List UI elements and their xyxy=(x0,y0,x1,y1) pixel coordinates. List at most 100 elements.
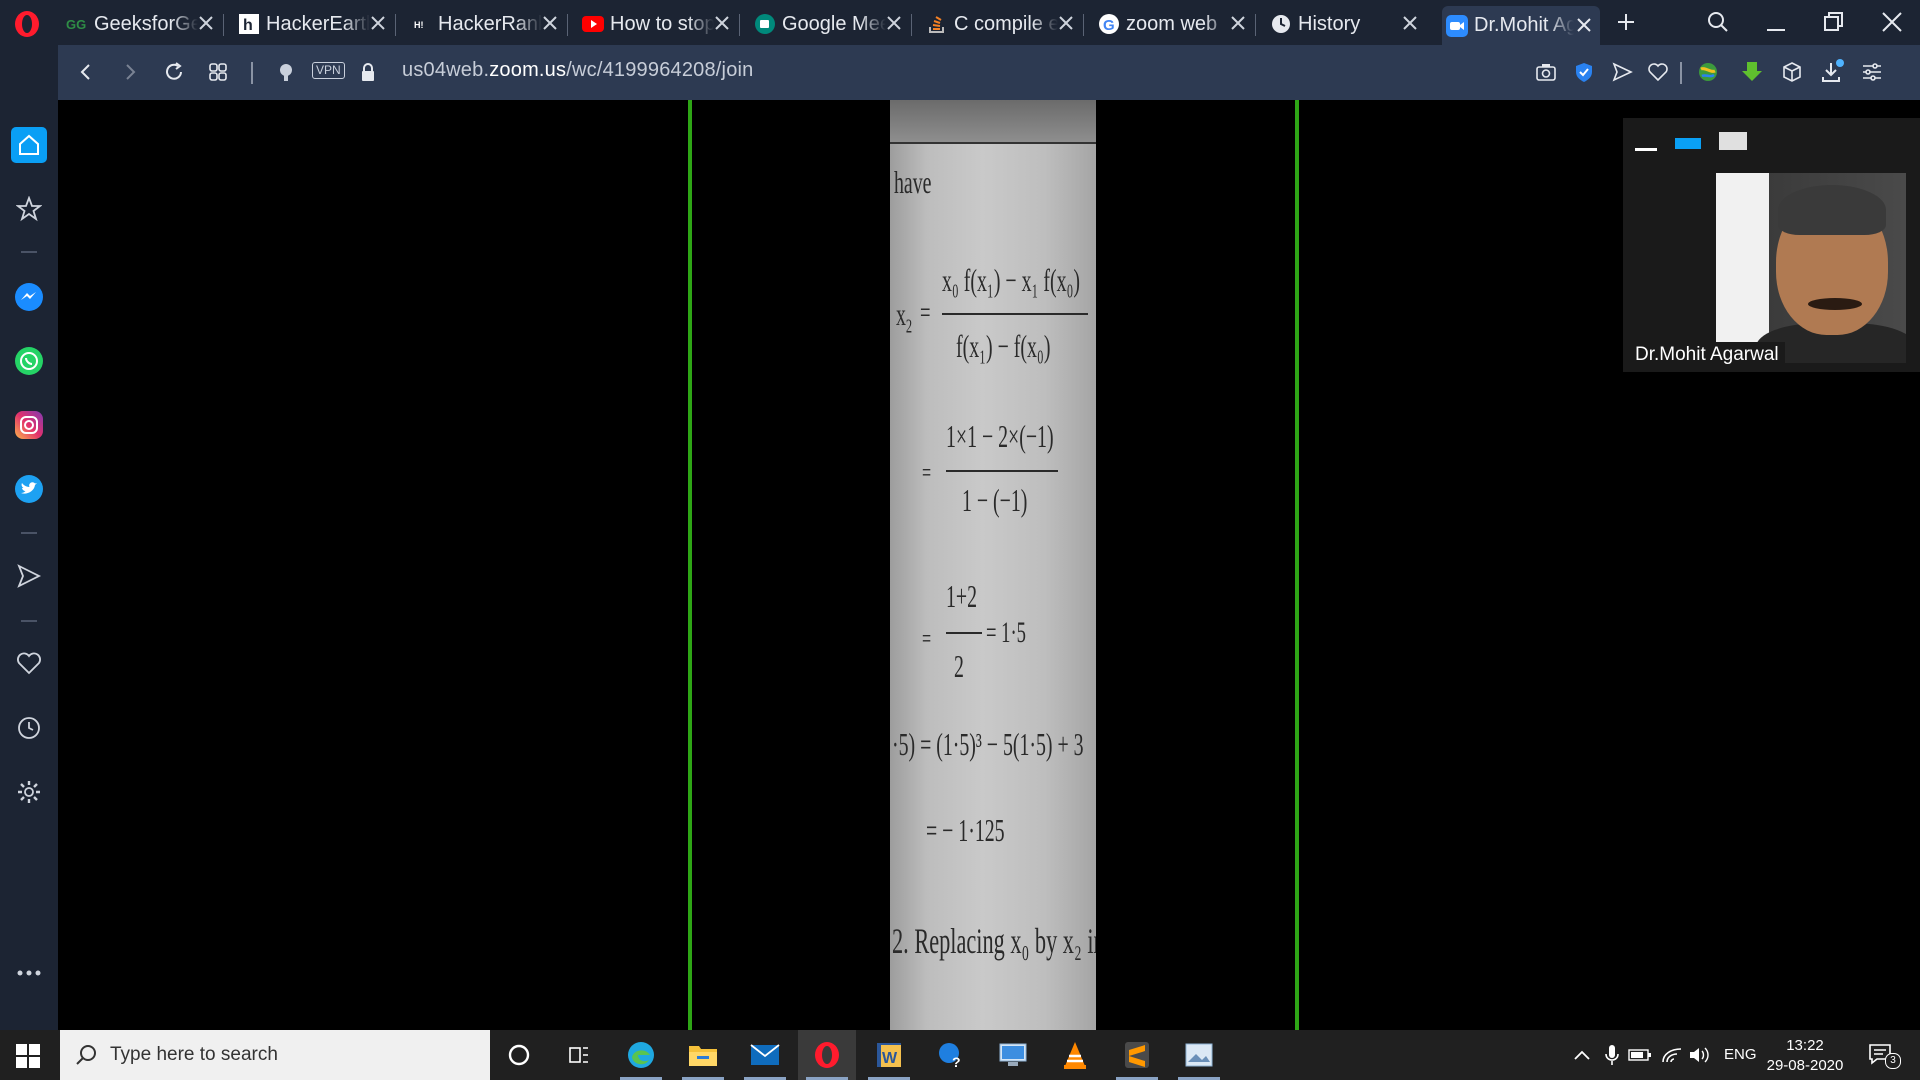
new-tab-button[interactable] xyxy=(1612,8,1640,36)
close-tab-icon[interactable] xyxy=(1228,13,1248,33)
tab-zoom-web[interactable]: G zoom web xyxy=(1098,4,1256,44)
notification-count-badge: 3 xyxy=(1885,1053,1901,1069)
taskbar-search-box[interactable]: Type here to search xyxy=(60,1030,490,1080)
zoom-icon xyxy=(1446,14,1468,37)
restore-window-button[interactable] xyxy=(1820,8,1848,36)
tab-title: HackerEarth xyxy=(266,12,370,35)
battery-icon[interactable] xyxy=(1628,1043,1652,1067)
taskbar-app-opera[interactable] xyxy=(798,1030,856,1080)
sidebar-item-home[interactable] xyxy=(11,127,47,163)
extension-download-icon[interactable] xyxy=(1738,58,1766,86)
tab-c-compile[interactable]: C compile error xyxy=(926,4,1084,44)
sidebar-item-flow[interactable] xyxy=(11,558,47,594)
sidebar-item-bookmarks[interactable] xyxy=(11,191,47,227)
tracker-blocker-button[interactable] xyxy=(272,58,300,86)
close-tab-icon[interactable] xyxy=(712,13,732,33)
forward-button[interactable] xyxy=(116,58,144,86)
participant-name: Dr.Mohit Agarwal xyxy=(1629,342,1785,368)
cube-icon[interactable] xyxy=(1778,58,1806,86)
vpn-badge[interactable]: VPN xyxy=(312,62,345,79)
tab-hackerearth[interactable]: h HackerEarth xyxy=(238,4,396,44)
whatsapp-icon xyxy=(15,347,43,375)
taskbar-app-remote-desktop[interactable] xyxy=(984,1030,1042,1080)
heart-icon[interactable] xyxy=(1644,58,1672,86)
participant-video-panel[interactable]: Dr.Mohit Agarwal xyxy=(1623,118,1920,372)
close-tab-icon[interactable] xyxy=(884,13,904,33)
system-clock[interactable]: 13:22 29-08-2020 xyxy=(1760,1036,1850,1076)
sidebar-item-whatsapp[interactable] xyxy=(11,343,47,379)
reload-icon xyxy=(166,62,182,80)
clock-icon xyxy=(18,717,40,739)
sidebar-item-messenger[interactable] xyxy=(11,279,47,315)
taskbar-app-word[interactable]: W xyxy=(860,1030,918,1080)
windows-taskbar: Type here to search W ? ENG 13:22 29-08-… xyxy=(0,1030,1920,1080)
fraction-bar-1 xyxy=(942,313,1088,315)
microphone-tray-icon[interactable] xyxy=(1600,1043,1624,1067)
taskbar-app-get-help[interactable]: ? xyxy=(922,1030,980,1080)
downloads-icon[interactable] xyxy=(1818,58,1846,86)
lock-icon[interactable] xyxy=(354,58,382,86)
reload-button[interactable] xyxy=(160,58,188,86)
close-window-button[interactable] xyxy=(1878,8,1906,36)
tab-separator xyxy=(1083,14,1084,36)
sidebar-more-button[interactable] xyxy=(11,955,47,991)
ad-blocker-icon xyxy=(280,64,292,81)
action-center-button[interactable]: 3 xyxy=(1868,1043,1901,1069)
clock-time: 13:22 xyxy=(1786,1037,1824,1054)
taskbar-app-mail[interactable] xyxy=(736,1030,794,1080)
stackoverflow-icon xyxy=(926,13,948,35)
sidebar-item-instagram[interactable] xyxy=(11,407,47,443)
tab-history[interactable]: History xyxy=(1270,4,1426,44)
taskbar-app-edge[interactable] xyxy=(612,1030,670,1080)
close-tab-icon[interactable] xyxy=(196,13,216,33)
sidebar-item-personal-news[interactable] xyxy=(11,646,47,682)
speed-dial-button[interactable] xyxy=(204,58,232,86)
task-view-button[interactable] xyxy=(550,1030,608,1080)
taskbar-app-sublime-text[interactable] xyxy=(1108,1030,1166,1080)
volume-icon[interactable] xyxy=(1688,1043,1712,1067)
x2-subscript: 2 xyxy=(905,315,913,338)
fx-result: = − 1·125 xyxy=(926,812,1005,848)
close-tab-icon[interactable] xyxy=(1400,13,1420,33)
shield-check-icon[interactable] xyxy=(1570,58,1598,86)
windows-start-button[interactable] xyxy=(16,1044,40,1068)
url-field[interactable]: us04web.zoom.us/wc/4199964208/join xyxy=(402,59,754,82)
show-hidden-icons-button[interactable] xyxy=(1570,1043,1594,1067)
close-tab-icon[interactable] xyxy=(1056,13,1076,33)
close-tab-icon[interactable] xyxy=(368,13,388,33)
tab-hackerrank[interactable]: H! HackerRank xyxy=(410,4,568,44)
sidebar-item-history[interactable] xyxy=(11,710,47,746)
back-arrow-icon xyxy=(80,64,90,80)
step2-equals: = xyxy=(922,624,932,653)
sidebar-item-settings[interactable] xyxy=(11,774,47,810)
send-icon[interactable] xyxy=(1608,58,1636,86)
extension-globe-icon[interactable] xyxy=(1694,58,1722,86)
close-tab-icon[interactable] xyxy=(540,13,560,33)
minimize-window-button[interactable] xyxy=(1762,8,1790,36)
search-icon xyxy=(76,1045,96,1065)
taskbar-app-file-explorer[interactable] xyxy=(674,1030,732,1080)
easy-setup-icon[interactable] xyxy=(1858,58,1886,86)
wifi-icon[interactable] xyxy=(1660,1043,1684,1067)
sidebar-item-twitter[interactable] xyxy=(11,471,47,507)
back-button[interactable] xyxy=(72,58,100,86)
mail-icon xyxy=(750,1044,780,1065)
tab-dr-mohit-agarwal[interactable]: Dr.Mohit Agarwal xyxy=(1442,6,1600,45)
minimize-video-button[interactable] xyxy=(1635,148,1657,151)
speaker-view-button[interactable] xyxy=(1675,138,1701,149)
tab-geeksforgeeks[interactable]: GG GeeksforGeeks xyxy=(66,4,224,44)
sublime-text-icon xyxy=(1125,1042,1149,1068)
tab-title: zoom web xyxy=(1126,12,1218,35)
snapshot-icon[interactable] xyxy=(1532,58,1560,86)
tab-search-button[interactable] xyxy=(1704,8,1732,36)
input-language[interactable]: ENG xyxy=(1724,1046,1757,1063)
tab-how-to-stop[interactable]: How to stop xyxy=(582,4,740,44)
taskbar-app-vlc[interactable] xyxy=(1046,1030,1104,1080)
close-tab-icon[interactable] xyxy=(1574,15,1594,35)
cortana-button[interactable] xyxy=(490,1030,548,1080)
tab-google-meet[interactable]: Google Meet xyxy=(754,4,912,44)
taskbar-app-photos[interactable] xyxy=(1170,1030,1228,1080)
gallery-view-button[interactable] xyxy=(1719,132,1747,150)
opera-menu-icon[interactable] xyxy=(12,9,42,39)
shared-document-page: have x2 = x₀ f(x₁) − x₁ f(x₀) f(x₁) − f(… xyxy=(890,100,1096,1030)
